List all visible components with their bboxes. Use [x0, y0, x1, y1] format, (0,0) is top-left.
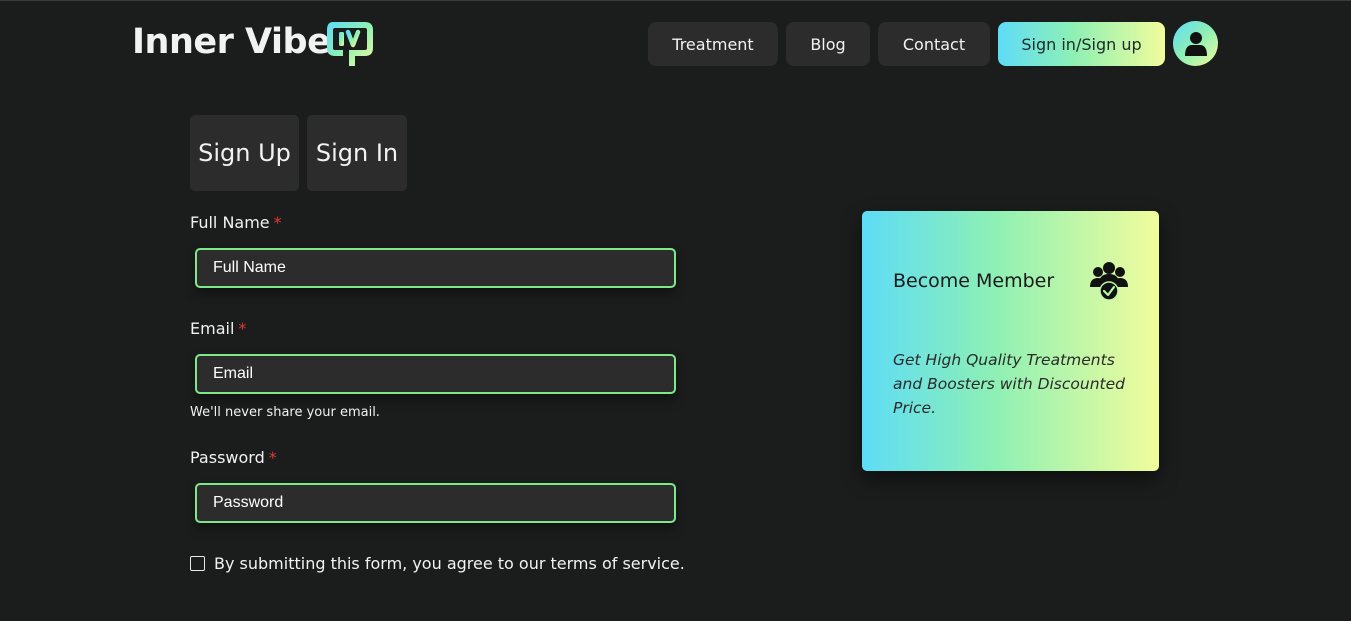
full-name-label-text: Full Name	[190, 213, 270, 232]
terms-text[interactable]: By submitting this form, you agree to ou…	[214, 554, 685, 573]
nav-contact[interactable]: Contact	[878, 22, 990, 66]
full-name-input[interactable]	[195, 248, 676, 288]
terms-row: By submitting this form, you agree to ou…	[190, 554, 685, 573]
brand-name[interactable]: Inner Vibe	[132, 21, 331, 63]
user-avatar-button[interactable]	[1173, 21, 1218, 66]
full-name-label: Full Name *	[190, 213, 282, 233]
password-label: Password *	[190, 448, 277, 468]
iv-logo-icon[interactable]	[325, 18, 377, 70]
email-label-text: Email	[190, 319, 235, 338]
email-input[interactable]	[195, 354, 676, 394]
required-marker: *	[238, 319, 247, 338]
nav-signin-signup[interactable]: Sign in/Sign up	[998, 22, 1165, 66]
user-icon	[1184, 31, 1207, 56]
card-title: Become Member	[893, 270, 1055, 292]
tab-sign-in[interactable]: Sign In	[307, 115, 407, 191]
tab-sign-up[interactable]: Sign Up	[190, 115, 299, 191]
email-help-text: We'll never share your email.	[190, 405, 380, 420]
nav-blog[interactable]: Blog	[786, 22, 870, 66]
nav-treatment[interactable]: Treatment	[648, 22, 778, 66]
password-input[interactable]	[195, 483, 676, 523]
terms-checkbox[interactable]	[190, 556, 205, 571]
become-member-card[interactable]: Become Member Get High Quality Treatment…	[862, 211, 1159, 471]
card-description: Get High Quality Treatments and Boosters…	[893, 351, 1125, 417]
email-label: Email *	[190, 319, 246, 339]
members-group-icon	[1090, 262, 1128, 301]
required-marker: *	[273, 213, 282, 232]
password-label-text: Password	[190, 448, 265, 467]
required-marker: *	[268, 448, 277, 467]
